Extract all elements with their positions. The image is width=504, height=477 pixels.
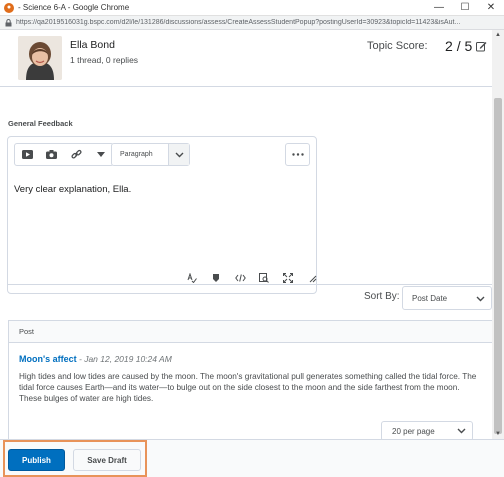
post-title-link[interactable]: Moon's affect [19, 354, 77, 364]
preview-icon[interactable] [252, 271, 276, 285]
post-body: High tides and low tides are caused by t… [19, 372, 477, 403]
window-title: - Science 6-A - Google Chrome [18, 3, 130, 12]
camera-icon[interactable] [40, 144, 65, 165]
feedback-text[interactable]: Very clear explanation, Ella. [14, 184, 131, 195]
user-header: Ella Bond 1 thread, 0 replies Topic Scor… [0, 30, 492, 87]
avatar [18, 36, 62, 80]
spellcheck-icon[interactable] [180, 271, 204, 285]
paragraph-format-value: Paragraph [120, 151, 153, 158]
video-icon[interactable] [15, 144, 40, 165]
url-field[interactable]: https://qa2019516031g.bspc.com/d2l/le/13… [16, 19, 496, 26]
user-name: Ella Bond [70, 39, 115, 51]
address-bar: https://qa2019516031g.bspc.com/d2l/le/13… [0, 16, 504, 30]
close-icon[interactable]: ✕ [478, 0, 504, 16]
score-value: 2 [445, 38, 453, 54]
sort-by-label: Sort By: [364, 291, 400, 302]
post-table-header: Post [9, 321, 492, 343]
publish-button[interactable]: Publish [8, 449, 65, 471]
window-title-bar: ● - Science 6-A - Google Chrome — ☐ ✕ [0, 0, 504, 16]
main-content: Ella Bond 1 thread, 0 replies Topic Scor… [0, 30, 492, 439]
per-page-select[interactable]: 20 per page [381, 421, 473, 439]
more-icon [291, 153, 304, 156]
resize-handle-icon[interactable] [300, 271, 324, 285]
minimize-icon[interactable]: — [426, 0, 452, 16]
chevron-down-icon[interactable] [89, 144, 114, 165]
window-controls: — ☐ ✕ [426, 0, 504, 16]
feedback-editor[interactable]: Paragraph Very clear explanation, Ella. [7, 136, 317, 294]
general-feedback-label: General Feedback [8, 119, 73, 128]
post-column-header: Post [19, 327, 35, 336]
edit-score-icon[interactable] [476, 41, 487, 52]
per-page-value: 20 per page [392, 426, 435, 436]
topic-score: 2 / 5 [445, 38, 472, 54]
scroll-thumb[interactable] [494, 98, 502, 434]
score-separator: / [456, 38, 461, 54]
chrome-icon: ● [4, 2, 14, 13]
scroll-down-icon[interactable]: ▼ [492, 429, 504, 439]
paragraph-format-select[interactable]: Paragraph [111, 143, 190, 166]
editor-bottom-toolbar [180, 271, 324, 285]
post-title-row: Moon's affect - Jan 12, 2019 10:24 AM [19, 354, 172, 364]
chevron-down-icon [168, 144, 189, 165]
footer-bar: Publish Save Draft [0, 439, 504, 477]
sort-by-select[interactable]: Post Date [402, 286, 492, 310]
save-draft-button[interactable]: Save Draft [73, 449, 141, 471]
lock-icon [5, 18, 12, 26]
score-out-of: 5 [464, 38, 473, 54]
chevron-down-icon [476, 294, 485, 304]
user-thread-count: 1 thread, 0 replies [70, 55, 139, 65]
sort-by-value: Post Date [412, 293, 448, 303]
more-actions-button[interactable] [285, 143, 310, 166]
scroll-up-icon[interactable]: ▲ [492, 30, 504, 40]
source-code-icon[interactable] [228, 271, 252, 285]
post-date: - Jan 12, 2019 10:24 AM [76, 354, 172, 364]
vertical-scrollbar[interactable]: ▲ ▼ [492, 30, 504, 439]
accessibility-checker-icon[interactable] [204, 271, 228, 285]
fullscreen-icon[interactable] [276, 271, 300, 285]
maximize-icon[interactable]: ☐ [452, 0, 478, 16]
section-divider [8, 284, 492, 285]
topic-score-label: Topic Score: [367, 40, 428, 52]
insert-toolbar [14, 143, 114, 166]
link-icon[interactable] [64, 144, 89, 165]
chevron-down-icon [450, 422, 472, 439]
